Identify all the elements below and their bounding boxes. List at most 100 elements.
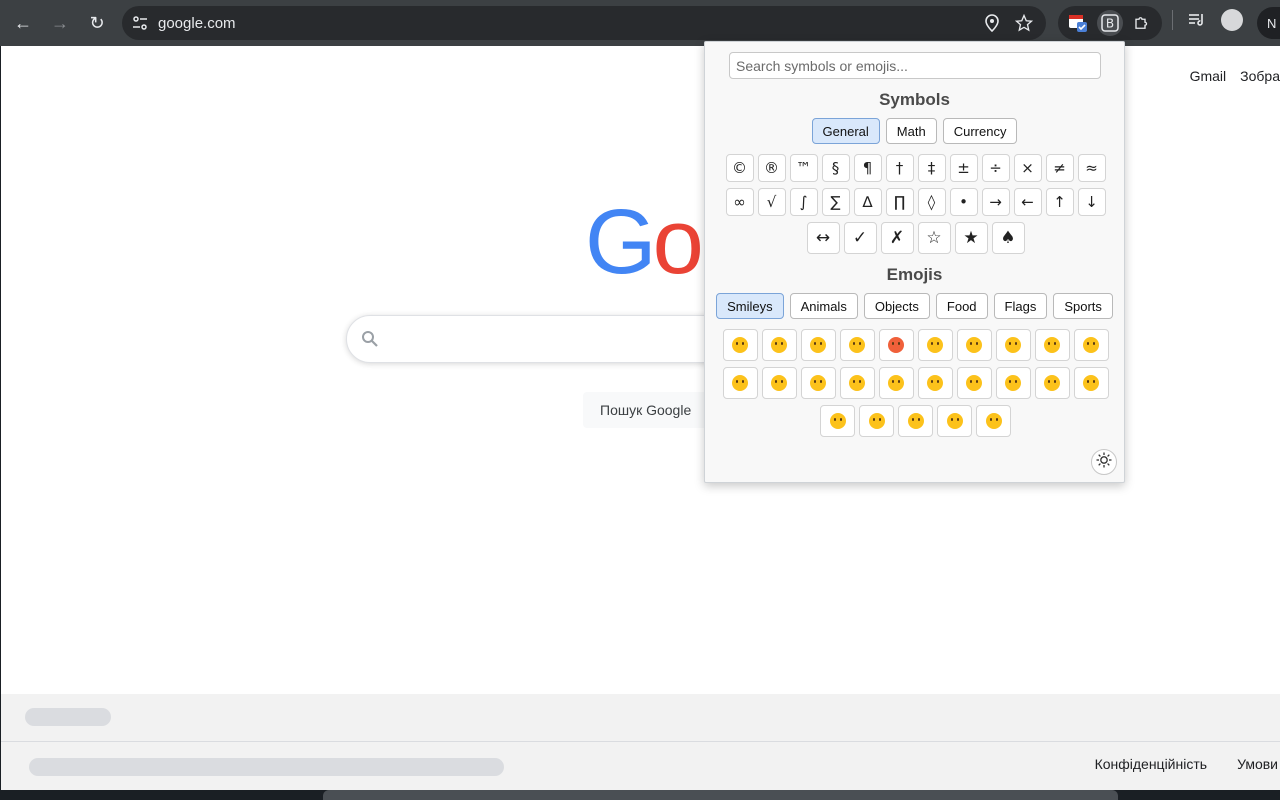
symbol-cell[interactable]: ≠: [1045, 154, 1074, 182]
emoji-cell[interactable]: [1073, 367, 1109, 399]
symbol-cell[interactable]: ◊: [917, 188, 946, 216]
symbol-cell[interactable]: ★: [954, 222, 988, 254]
emoji-cell[interactable]: [878, 367, 914, 399]
site-settings-icon[interactable]: [130, 13, 150, 33]
symbol-cell[interactable]: ∫: [789, 188, 818, 216]
symbol-cell[interactable]: √: [757, 188, 786, 216]
smirking-icon: [927, 375, 943, 391]
emoji-cell[interactable]: [820, 405, 855, 437]
emoji-tab-smileys[interactable]: Smileys: [716, 293, 784, 319]
emoji-cell[interactable]: [956, 367, 992, 399]
emoji-cell[interactable]: [839, 329, 875, 361]
symbol-cell[interactable]: ✓: [843, 222, 877, 254]
smiling-face-icon: [732, 337, 748, 353]
emoji-cell[interactable]: [839, 367, 875, 399]
symbol-cell[interactable]: →: [981, 188, 1010, 216]
symbol-cell[interactable]: ∏: [885, 188, 914, 216]
url-text[interactable]: google.com: [158, 15, 236, 32]
back-icon[interactable]: ←: [9, 9, 37, 37]
google-search-button[interactable]: Пошук Google: [583, 392, 709, 428]
symbol-cell[interactable]: §: [821, 154, 850, 182]
terms-link[interactable]: Умови: [1237, 756, 1278, 772]
symbol-cell[interactable]: ↔: [806, 222, 840, 254]
hugging-icon: [732, 375, 748, 391]
symbol-cell[interactable]: •: [949, 188, 978, 216]
bookmark-star-icon[interactable]: [1014, 13, 1034, 33]
emoji-cell[interactable]: [956, 329, 992, 361]
symbol-cell[interactable]: ±: [949, 154, 978, 182]
symbol-tab-general[interactable]: General: [811, 118, 880, 144]
profile-button[interactable]: N: [1257, 7, 1280, 39]
emoji-cell[interactable]: [859, 405, 894, 437]
emoji-cell[interactable]: [800, 367, 836, 399]
privacy-link[interactable]: Конфіденційність: [1095, 756, 1208, 772]
theme-toggle-button[interactable]: [1091, 449, 1117, 475]
halo-icon: [771, 375, 787, 391]
emoji-cell[interactable]: [761, 329, 797, 361]
symbol-cell[interactable]: ↑: [1045, 188, 1074, 216]
symbol-cell[interactable]: ☆: [917, 222, 951, 254]
emoji-cell[interactable]: [1034, 367, 1070, 399]
heart-eyes-icon: [810, 337, 826, 353]
images-link[interactable]: Зобра: [1240, 68, 1280, 84]
sun-icon: [1096, 452, 1112, 473]
gmail-link[interactable]: Gmail: [1190, 68, 1227, 84]
emoji-cell[interactable]: [1073, 329, 1109, 361]
symbol-cell[interactable]: ≈: [1077, 154, 1106, 182]
emoji-cell[interactable]: [995, 367, 1031, 399]
emoji-cell[interactable]: [976, 405, 1011, 437]
symbol-cell[interactable]: ¶: [853, 154, 882, 182]
emoji-cell[interactable]: [1034, 329, 1070, 361]
media-queue-icon[interactable]: [1187, 10, 1207, 30]
account-avatar[interactable]: [1221, 9, 1243, 31]
emoji-cell[interactable]: [937, 405, 972, 437]
symbol-cell[interactable]: ∆: [853, 188, 882, 216]
symbols-extension-icon[interactable]: B: [1097, 10, 1123, 36]
emoji-cell[interactable]: [878, 329, 914, 361]
nerd-icon: [1005, 337, 1021, 353]
puzzle-extensions-icon[interactable]: [1129, 10, 1155, 36]
emoji-cell[interactable]: [722, 329, 758, 361]
symbol-cell[interactable]: ×: [1013, 154, 1042, 182]
symbol-search-input[interactable]: [729, 52, 1101, 79]
symbol-cell[interactable]: ∞: [725, 188, 754, 216]
calendar-extension-icon[interactable]: [1065, 10, 1091, 36]
symbol-cell[interactable]: ♠: [991, 222, 1025, 254]
symbol-cell[interactable]: ✗: [880, 222, 914, 254]
symbol-category-tabs: General Math Currency: [705, 118, 1124, 144]
relieved-icon: [868, 413, 885, 429]
emoji-cell[interactable]: [761, 367, 797, 399]
symbol-cell[interactable]: ®: [757, 154, 786, 182]
symbol-tab-math[interactable]: Math: [885, 118, 937, 144]
symbol-cell[interactable]: ←: [1013, 188, 1042, 216]
symbol-cell[interactable]: ‡: [917, 154, 946, 182]
emoji-tab-flags[interactable]: Flags: [993, 293, 1048, 319]
emoji-cell[interactable]: [800, 329, 836, 361]
symbol-cell[interactable]: ™: [789, 154, 818, 182]
emoji-tab-animals[interactable]: Animals: [789, 293, 858, 319]
location-pin-icon[interactable]: [982, 13, 1002, 33]
address-bar[interactable]: google.com: [122, 6, 1046, 40]
reload-icon[interactable]: ↻: [83, 9, 111, 37]
smiling-hearts-icon: [810, 375, 826, 391]
emoji-cell[interactable]: [917, 367, 953, 399]
symbol-cell[interactable]: ÷: [981, 154, 1010, 182]
symbol-cell[interactable]: ©: [725, 154, 754, 182]
emoji-cell[interactable]: [722, 367, 758, 399]
emoji-category-tabs: Smileys Animals Objects Food Flags Sports: [705, 293, 1124, 319]
forward-icon[interactable]: →: [46, 9, 74, 37]
symbol-cell[interactable]: ↓: [1077, 188, 1106, 216]
symbol-cell[interactable]: ∑: [821, 188, 850, 216]
page-footer: Конфіденційність Умови: [1, 694, 1280, 790]
symbol-cell[interactable]: †: [885, 154, 914, 182]
emoji-tab-sports[interactable]: Sports: [1053, 293, 1113, 319]
tongue-out-icon: [1083, 337, 1099, 353]
emoji-tab-food[interactable]: Food: [935, 293, 988, 319]
symbol-tab-currency[interactable]: Currency: [942, 118, 1018, 144]
emoji-cell[interactable]: [995, 329, 1031, 361]
emoji-cell[interactable]: [898, 405, 933, 437]
logo-letter-g: G: [585, 191, 657, 293]
emoji-tab-objects[interactable]: Objects: [863, 293, 930, 319]
confused-icon: [946, 413, 963, 429]
emoji-cell[interactable]: [917, 329, 953, 361]
